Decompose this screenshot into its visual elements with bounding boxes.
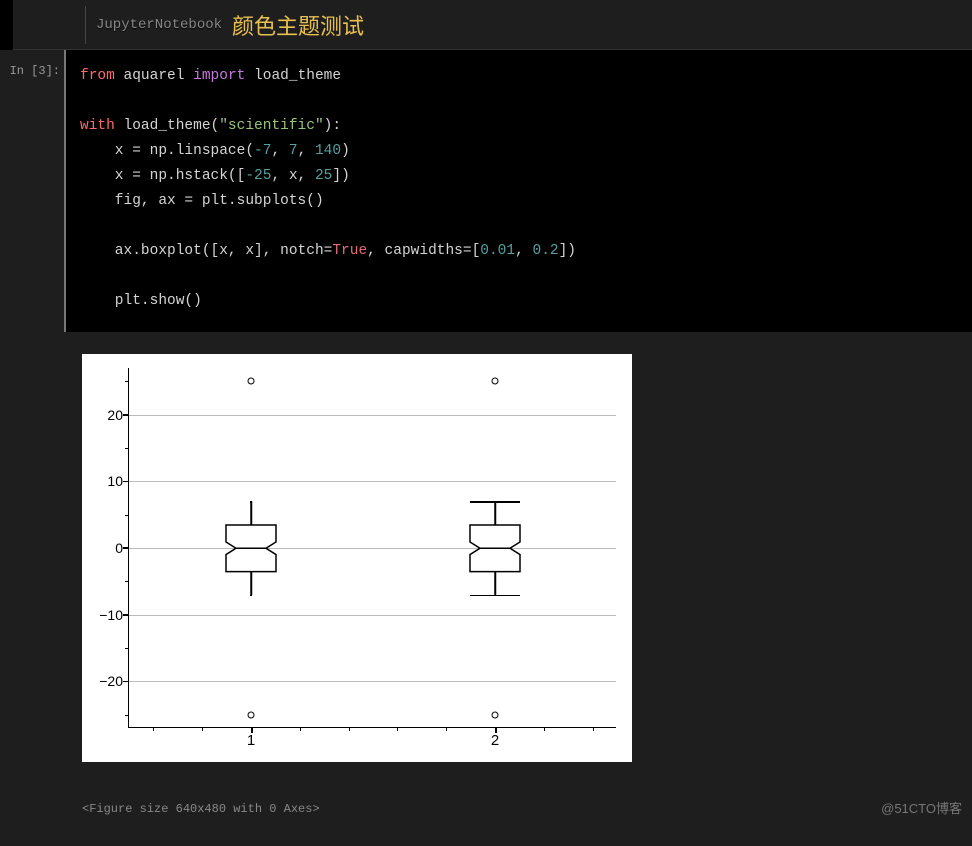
code-editor[interactable]: from aquarel import load_theme with load… [66,50,972,332]
code-cell: In [3]: from aquarel import load_theme w… [0,50,972,332]
figure-size-note: <Figure size 640x480 with 0 Axes> [82,802,972,816]
ytick-20: 20 [91,407,123,423]
box1-flier-low [248,711,255,718]
box1-cap-lower [250,595,252,597]
header-divider [85,6,86,44]
box2-whisker-upper [494,501,496,524]
box2-flier-high [492,378,499,385]
notebook-type-label: JupyterNotebook [96,17,222,33]
box2-cap-upper [470,501,520,503]
boxplot-figure: 20 10 0 −10 −20 1 [82,354,632,762]
notebook-title[interactable]: 颜色主题测试 [232,9,364,41]
header-stub [0,0,13,50]
box2-whisker-lower [494,571,496,594]
ytick-10: 10 [91,473,123,489]
box2-body [470,525,520,572]
xtick-1: 1 [247,732,255,749]
axes: 20 10 0 −10 −20 1 [128,368,616,728]
output-area: 20 10 0 −10 −20 1 [0,332,972,846]
watermark: @51CTO博客 [881,798,962,817]
box1-body [226,525,276,572]
box2-flier-low [492,711,499,718]
ytick-0: 0 [91,540,123,556]
box1-flier-high [248,378,255,385]
box1-cap-upper [250,501,252,503]
box2-cap-lower [470,595,520,597]
box1-whisker-lower [250,571,252,594]
xtick-2: 2 [491,732,499,749]
cell-prompt: In [3]: [0,50,64,332]
ytick-m20: −20 [91,673,123,689]
notebook-header: JupyterNotebook 颜色主题测试 [0,0,972,50]
ytick-m10: −10 [91,607,123,623]
box1-whisker-upper [250,501,252,524]
